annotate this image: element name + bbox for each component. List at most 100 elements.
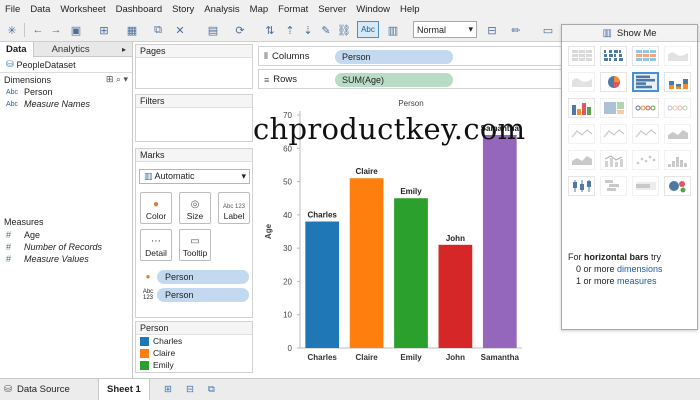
tooltip-button[interactable]: ▭ Tooltip [179, 229, 211, 261]
show-me-box-and-whisker-icon[interactable] [568, 176, 595, 196]
presentation-mode-icon[interactable]: ▭ [540, 22, 556, 38]
show-me-filled-map-icon[interactable] [568, 72, 595, 92]
chevron-down-icon: ▾ [468, 24, 473, 34]
sheet-tabs-bar: ⛁ Data Source Sheet 1 ⊞ ⊟ ⧉ [0, 378, 700, 400]
sort-descending-icon[interactable]: ⇣ [300, 22, 316, 38]
menu-analysis[interactable]: Analysis [204, 4, 239, 15]
color-legend-card: Person Charles Claire Emily [135, 321, 253, 373]
show-me-bullet-graph-icon[interactable] [632, 176, 659, 196]
legend-item[interactable]: Charles [136, 335, 252, 347]
tableau-logo-icon[interactable]: ✳ [4, 22, 20, 38]
menu-story[interactable]: Story [172, 4, 194, 15]
field-age[interactable]: # Age [0, 229, 132, 241]
mark-type-select[interactable]: ▥ Automatic ▾ [139, 169, 250, 184]
menu-server[interactable]: Server [318, 4, 346, 15]
legend-item[interactable]: Emily [136, 359, 252, 371]
show-me-area-continuous-icon[interactable] [664, 124, 691, 144]
show-me-side-by-side-circles-icon[interactable] [664, 98, 691, 118]
bar-samantha[interactable] [482, 134, 517, 348]
highlight-icon[interactable]: ✎ [318, 22, 334, 38]
new-worksheet-icon[interactable]: ▦ [124, 22, 140, 38]
show-me-area-discrete-icon[interactable] [568, 150, 595, 170]
detail-icon: ⋯ [151, 236, 161, 247]
menu-format[interactable]: Format [278, 4, 308, 15]
show-me-circle-view-icon[interactable] [632, 98, 659, 118]
chevron-down-icon: ▾ [241, 171, 246, 181]
show-me-stacked-bars-icon[interactable] [664, 72, 691, 92]
bar-charles[interactable] [305, 221, 340, 348]
menu-window[interactable]: Window [356, 4, 390, 15]
undo-icon[interactable]: ← [30, 22, 46, 38]
x-tick-label: Emily [400, 353, 422, 362]
menu-worksheet[interactable]: Worksheet [60, 4, 105, 15]
show-cards-icon[interactable]: ⊟ [484, 22, 500, 38]
x-tick-label: Claire [355, 353, 378, 362]
label-button[interactable]: Abc 123 Label [218, 192, 250, 224]
tab-data[interactable]: Data [0, 42, 34, 57]
mark-pill-color[interactable]: Person [157, 269, 249, 284]
show-me-side-by-side-bars-icon[interactable] [568, 98, 595, 118]
pause-updates-icon[interactable]: ▤ [205, 22, 221, 38]
show-me-header[interactable]: ▥ Show Me [562, 25, 697, 42]
show-mark-labels-button[interactable]: Abc [357, 21, 379, 38]
x-tick-label: Charles [308, 353, 338, 362]
show-me-horizontal-bars-icon[interactable] [632, 72, 659, 92]
redo-icon[interactable]: → [48, 22, 64, 38]
show-me-histogram-icon[interactable] [664, 150, 691, 170]
new-story-icon[interactable]: ⧉ [208, 379, 215, 400]
group-members-icon[interactable]: ⛓ [336, 22, 352, 38]
clear-sheet-icon[interactable]: ✕ [172, 22, 188, 38]
show-me-gantt-chart-icon[interactable] [600, 176, 627, 196]
tooltip-icon[interactable]: ✏ [508, 22, 524, 38]
tab-data-source[interactable]: ⛁ Data Source [4, 379, 70, 400]
save-icon[interactable]: ▣ [68, 22, 84, 38]
field-label: Number of Records [24, 242, 103, 252]
show-me-symbol-map-icon[interactable] [664, 46, 691, 66]
size-button[interactable]: ◎ Size [179, 192, 211, 224]
show-me-dual-line-icon[interactable] [632, 124, 659, 144]
mark-pill-label[interactable]: Person [157, 287, 249, 302]
show-me-discrete-line-icon[interactable] [600, 124, 627, 144]
swap-rows-columns-icon[interactable]: ⇅ [262, 22, 278, 38]
columns-pill[interactable]: Person [335, 50, 453, 64]
menu-help[interactable]: Help [400, 4, 420, 15]
field-number-of-records[interactable]: # Number of Records [0, 241, 132, 253]
show-me-pie-chart-icon[interactable] [600, 72, 627, 92]
detail-button[interactable]: ⋯ Detail [140, 229, 172, 261]
show-me-dual-combination-icon[interactable] [600, 150, 627, 170]
tab-analytics[interactable]: Analytics ▸ [34, 42, 132, 57]
field-person[interactable]: Abc Person [0, 86, 132, 98]
field-measure-values[interactable]: # Measure Values [0, 253, 132, 265]
show-me-treemap-icon[interactable] [600, 98, 627, 118]
bar-claire[interactable] [349, 178, 384, 348]
show-me-scatter-plot-icon[interactable] [632, 150, 659, 170]
menu-map[interactable]: Map [250, 4, 268, 15]
new-datasource-icon[interactable]: ⊞ [96, 22, 112, 38]
menu-file[interactable]: File [5, 4, 20, 15]
bar-john[interactable] [438, 244, 473, 348]
show-me-continuous-line-icon[interactable] [568, 124, 595, 144]
show-me-highlight-table-icon[interactable] [632, 46, 659, 66]
sort-ascending-icon[interactable]: ⇡ [282, 22, 298, 38]
tab-sheet-1[interactable]: Sheet 1 [98, 379, 150, 400]
legend-item[interactable]: Claire [136, 347, 252, 359]
menu-dashboard[interactable]: Dashboard [116, 4, 162, 15]
show-me-heat-map-icon[interactable] [600, 46, 627, 66]
bar-emily[interactable] [394, 198, 428, 348]
show-me-packed-bubbles-icon[interactable] [664, 176, 691, 196]
color-button[interactable]: ● Color [140, 192, 172, 224]
filters-card[interactable]: Filters [135, 94, 253, 142]
new-dashboard-icon[interactable]: ⊟ [186, 379, 194, 400]
show-me-text-table-icon[interactable] [568, 46, 595, 66]
rows-pill[interactable]: SUM(Age) [335, 73, 453, 87]
pages-card[interactable]: Pages [135, 44, 253, 89]
duplicate-sheet-icon[interactable]: ⧉ [150, 22, 166, 38]
field-measure-names[interactable]: Abc Measure Names [0, 98, 132, 110]
datasource-item[interactable]: ⛁ PeopleDataset [0, 57, 132, 73]
hint-prefix: For [568, 252, 582, 262]
fit-select[interactable]: Normal ▾ [413, 21, 477, 38]
menu-data[interactable]: Data [30, 4, 50, 15]
new-worksheet-icon[interactable]: ⊞ [164, 379, 172, 400]
refresh-icon[interactable]: ⟳ [232, 22, 248, 38]
fix-axes-icon[interactable]: ▥ [385, 22, 401, 38]
